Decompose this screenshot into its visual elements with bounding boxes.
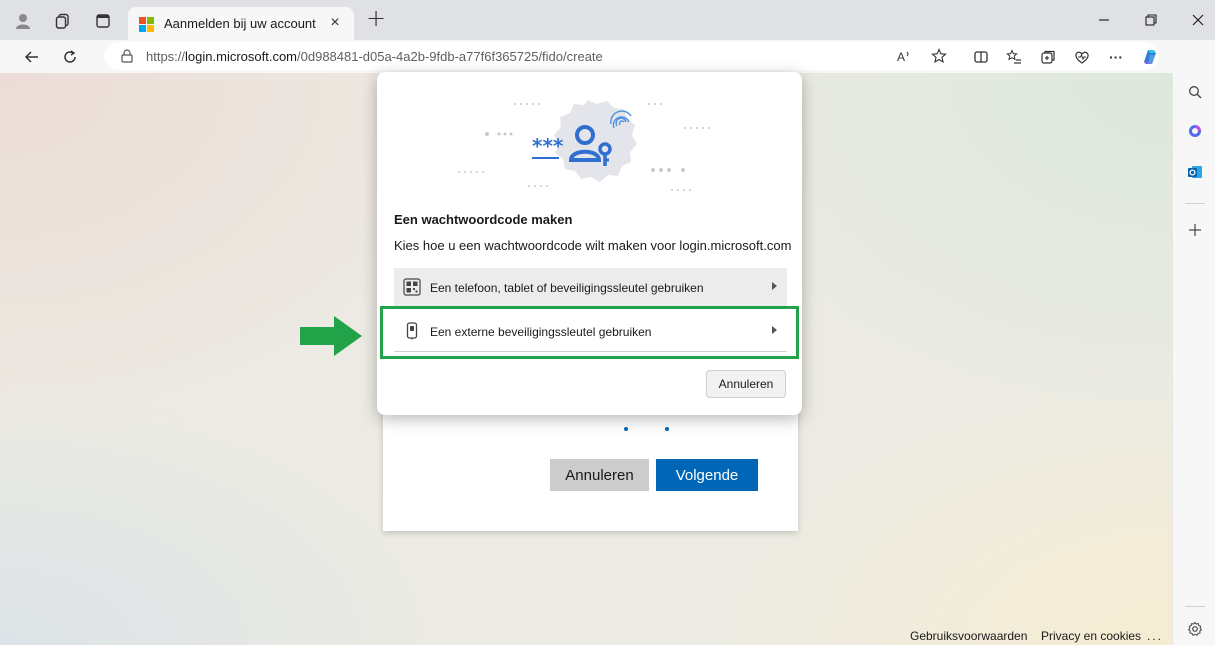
option-phone-tablet[interactable]: Een telefoon, tablet of beveiligingssleu…	[394, 268, 787, 308]
minimize-button[interactable]	[1086, 8, 1122, 32]
password-stars-icon: ***	[532, 134, 564, 158]
footer-more-button[interactable]: ...	[1147, 629, 1163, 643]
settings-icon[interactable]	[1184, 618, 1206, 640]
dialog-title: Een wachtwoordcode maken	[394, 212, 573, 227]
dialog-subtitle: Kies hoe u een wachtwoordcode wilt maken…	[394, 238, 792, 253]
terms-link[interactable]: Gebruiksvoorwaarden	[910, 629, 1027, 643]
close-window-button[interactable]	[1180, 8, 1215, 32]
copilot-icon[interactable]	[1138, 45, 1162, 69]
address-bar[interactable]: https://login.microsoft.com/0d988481-d05…	[104, 42, 1158, 70]
sidebar-divider	[1185, 203, 1205, 204]
qr-code-icon	[403, 278, 421, 296]
collections-icon[interactable]	[1036, 45, 1060, 69]
favorite-star-icon[interactable]	[927, 44, 951, 68]
tab-strip: Aanmelden bij uw account × +	[0, 0, 1215, 40]
tab-title: Aanmelden bij uw account	[164, 16, 316, 31]
url-text[interactable]: https://login.microsoft.com/0d988481-d05…	[146, 49, 603, 64]
favorites-icon[interactable]	[1002, 45, 1026, 69]
sidebar-divider	[1185, 606, 1205, 607]
tab-actions-icon[interactable]	[92, 10, 114, 32]
copilot-sidebar-icon[interactable]	[1184, 120, 1206, 142]
active-tab[interactable]: Aanmelden bij uw account ×	[128, 7, 354, 40]
read-aloud-icon[interactable]: A	[892, 44, 916, 68]
edge-sidebar	[1172, 73, 1215, 645]
outlook-icon[interactable]	[1184, 161, 1206, 183]
split-screen-icon[interactable]	[969, 45, 993, 69]
login-cancel-button[interactable]: Annuleren	[550, 459, 649, 491]
highlight-box	[380, 306, 799, 359]
add-icon[interactable]	[1184, 219, 1206, 241]
next-button[interactable]: Volgende	[656, 459, 758, 491]
lock-icon[interactable]	[120, 49, 134, 63]
svg-text:A: A	[897, 50, 905, 64]
workspaces-icon[interactable]	[52, 10, 74, 32]
browser-toolbar: https://login.microsoft.com/0d988481-d05…	[0, 40, 1215, 73]
restore-button[interactable]	[1133, 8, 1169, 32]
green-arrow-icon	[300, 316, 362, 356]
passkey-dialog: *** Een wachtwoordcode maken Kies hoe u …	[377, 72, 802, 415]
progress-dot	[665, 427, 669, 431]
progress-dot	[624, 427, 628, 431]
browser-essentials-icon[interactable]	[1070, 45, 1094, 69]
tab-close-icon[interactable]: ×	[324, 12, 346, 34]
dialog-cancel-button[interactable]: Annuleren	[706, 370, 786, 398]
search-icon[interactable]	[1184, 81, 1206, 103]
profile-icon[interactable]	[12, 10, 34, 32]
new-tab-button[interactable]: +	[366, 6, 386, 30]
more-icon[interactable]: ···	[1104, 45, 1128, 69]
passkey-illustration: ***	[458, 100, 710, 191]
back-icon[interactable]	[20, 45, 44, 69]
refresh-icon[interactable]	[58, 45, 82, 69]
privacy-link[interactable]: Privacy en cookies	[1041, 629, 1141, 643]
chevron-right-icon	[772, 282, 777, 290]
option-phone-tablet-label: Een telefoon, tablet of beveiligingssleu…	[430, 281, 704, 295]
microsoft-logo-icon	[139, 17, 154, 32]
